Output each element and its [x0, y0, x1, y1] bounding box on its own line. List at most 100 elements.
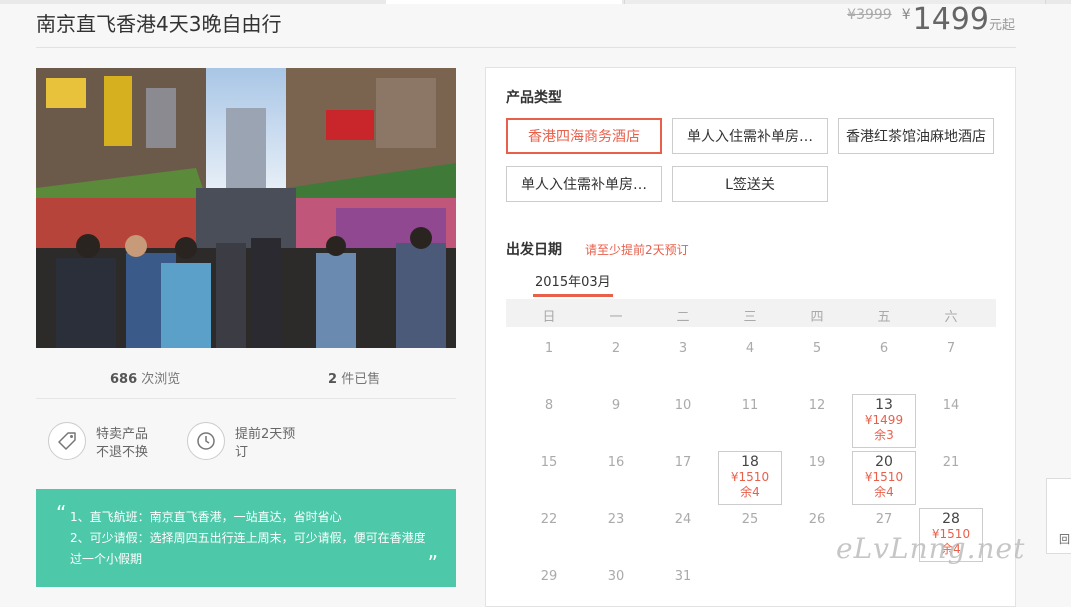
price-block: ¥3999 ¥1499元起 [847, 2, 1015, 37]
product-type-option[interactable]: 香港四海商务酒店 [506, 118, 662, 154]
calendar-day: 29 [517, 569, 581, 584]
weekday-label: 四 [810, 310, 824, 325]
back-label: 回 [1059, 533, 1070, 546]
product-photo [36, 68, 456, 348]
day-number: 19 [808, 455, 826, 470]
day-number: 12 [808, 398, 826, 413]
weekday-label: 五 [877, 310, 891, 325]
day-number: 24 [674, 512, 692, 527]
title-divider [36, 47, 1016, 48]
day-number: 21 [942, 455, 960, 470]
product-type-option[interactable]: 香港红茶馆油麻地酒店 [838, 118, 994, 154]
departure-date-title: 出发日期 [506, 242, 562, 258]
note-line-2: 2、可少请假：选择周四五出行连上周末，可少请假，便可在香港度过一个小假期 [70, 531, 426, 566]
weekday-label: 二 [676, 310, 690, 325]
feature-advance-booking: 提前2天预订 [187, 422, 299, 462]
calendar-day: 24 [651, 512, 715, 527]
weekday-label: 日 [542, 310, 556, 325]
calendar-day: 17 [651, 455, 715, 470]
product-type-option[interactable]: 单人入住需补单房… [506, 166, 662, 202]
watermark: eLvLnng.net [836, 532, 1026, 565]
current-price: 1499 [912, 2, 989, 37]
day-number: 31 [674, 569, 692, 584]
booking-hint: 请至少提前2天预订 [585, 243, 689, 257]
calendar-day: 8 [517, 398, 581, 413]
day-number: 3 [678, 341, 688, 356]
product-title: 南京直飞香港4天3晚自由行 [36, 12, 282, 36]
day-remaining: 余4 [874, 485, 894, 499]
calendar-day: 2 [584, 341, 648, 356]
day-price: ¥1510 [864, 470, 904, 484]
day-remaining: 余4 [740, 485, 760, 499]
weekday-label: 六 [944, 310, 958, 325]
day-number: 14 [942, 398, 960, 413]
day-number: 11 [741, 398, 759, 413]
active-tab-strip [386, 0, 622, 4]
weekday-label: 三 [743, 310, 757, 325]
calendar-day: 22 [517, 512, 581, 527]
original-price: ¥3999 [847, 7, 892, 23]
currency-symbol: ¥ [901, 7, 911, 23]
calendar-day-available[interactable]: 13 ¥1499 余3 [852, 394, 916, 448]
sold-stat: 2 件已售 [328, 368, 380, 387]
calendar-day: 23 [584, 512, 648, 527]
day-price: ¥1499 [864, 413, 904, 427]
price-tag-icon [48, 422, 86, 460]
day-number: 15 [540, 455, 558, 470]
close-quote-icon: ” [427, 551, 438, 575]
calendar-day: 30 [584, 569, 648, 584]
day-number: 17 [674, 455, 692, 470]
weekday-label: 一 [609, 310, 623, 325]
calendar-day: 15 [517, 455, 581, 470]
calendar-day: 12 [785, 398, 849, 413]
views-count: 686 [110, 372, 138, 387]
calendar-day: 10 [651, 398, 715, 413]
day-number: 22 [540, 512, 558, 527]
clock-icon [187, 422, 225, 460]
calendar-day: 4 [718, 341, 782, 356]
feature-no-refund: 特卖产品不退不换 [48, 422, 160, 462]
day-number: 27 [875, 512, 893, 527]
calendar-day-available[interactable]: 20 ¥1510 余4 [852, 451, 916, 505]
highlights-note: “ 1、直飞航班：南京直飞香港，一站直达，省时省心 2、可少请假：选择周四五出行… [36, 489, 456, 587]
views-label: 次浏览 [141, 372, 181, 387]
calendar-day: 1 [517, 341, 581, 356]
calendar-day: 5 [785, 341, 849, 356]
calendar-day: 21 [919, 455, 983, 470]
calendar-day: 6 [852, 341, 916, 356]
day-price: ¥1510 [730, 470, 770, 484]
day-remaining: 余3 [874, 428, 894, 442]
views-stat: 686 次浏览 [110, 368, 180, 387]
note-line-1: 1、直飞航班：南京直飞香港，一站直达，省时省心 [70, 510, 342, 524]
calendar-day: 16 [584, 455, 648, 470]
calendar-day: 3 [651, 341, 715, 356]
day-number: 6 [879, 341, 889, 356]
calendar-day: 27 [852, 512, 916, 527]
feature-text: 提前2天预订 [235, 427, 296, 460]
day-number: 9 [611, 398, 621, 413]
calendar-day-available[interactable]: 18 ¥1510 余4 [718, 451, 782, 505]
sold-count: 2 [328, 372, 338, 387]
product-type-option[interactable]: 单人入住需补单房… [672, 118, 828, 154]
day-number: 20 [875, 454, 893, 470]
day-number: 25 [741, 512, 759, 527]
calendar-day: 9 [584, 398, 648, 413]
day-number: 18 [741, 454, 759, 470]
stats-divider [36, 398, 456, 399]
day-number: 4 [745, 341, 755, 356]
day-number: 30 [607, 569, 625, 584]
back-to-top-button[interactable]: 回 [1046, 478, 1071, 554]
day-number: 29 [540, 569, 558, 584]
product-type-option[interactable]: L签送关 [672, 166, 828, 202]
calendar-day: 25 [718, 512, 782, 527]
price-unit: 元起 [988, 18, 1015, 33]
calendar-day: 11 [718, 398, 782, 413]
calendar-day: 19 [785, 455, 849, 470]
calendar-day: 26 [785, 512, 849, 527]
day-number: 16 [607, 455, 625, 470]
day-number: 5 [812, 341, 822, 356]
month-tab[interactable]: 2015年03月 [535, 271, 611, 290]
day-number: 1 [544, 341, 554, 356]
product-type-title: 产品类型 [506, 90, 562, 106]
feature-text: 特卖产品不退不换 [96, 427, 149, 460]
